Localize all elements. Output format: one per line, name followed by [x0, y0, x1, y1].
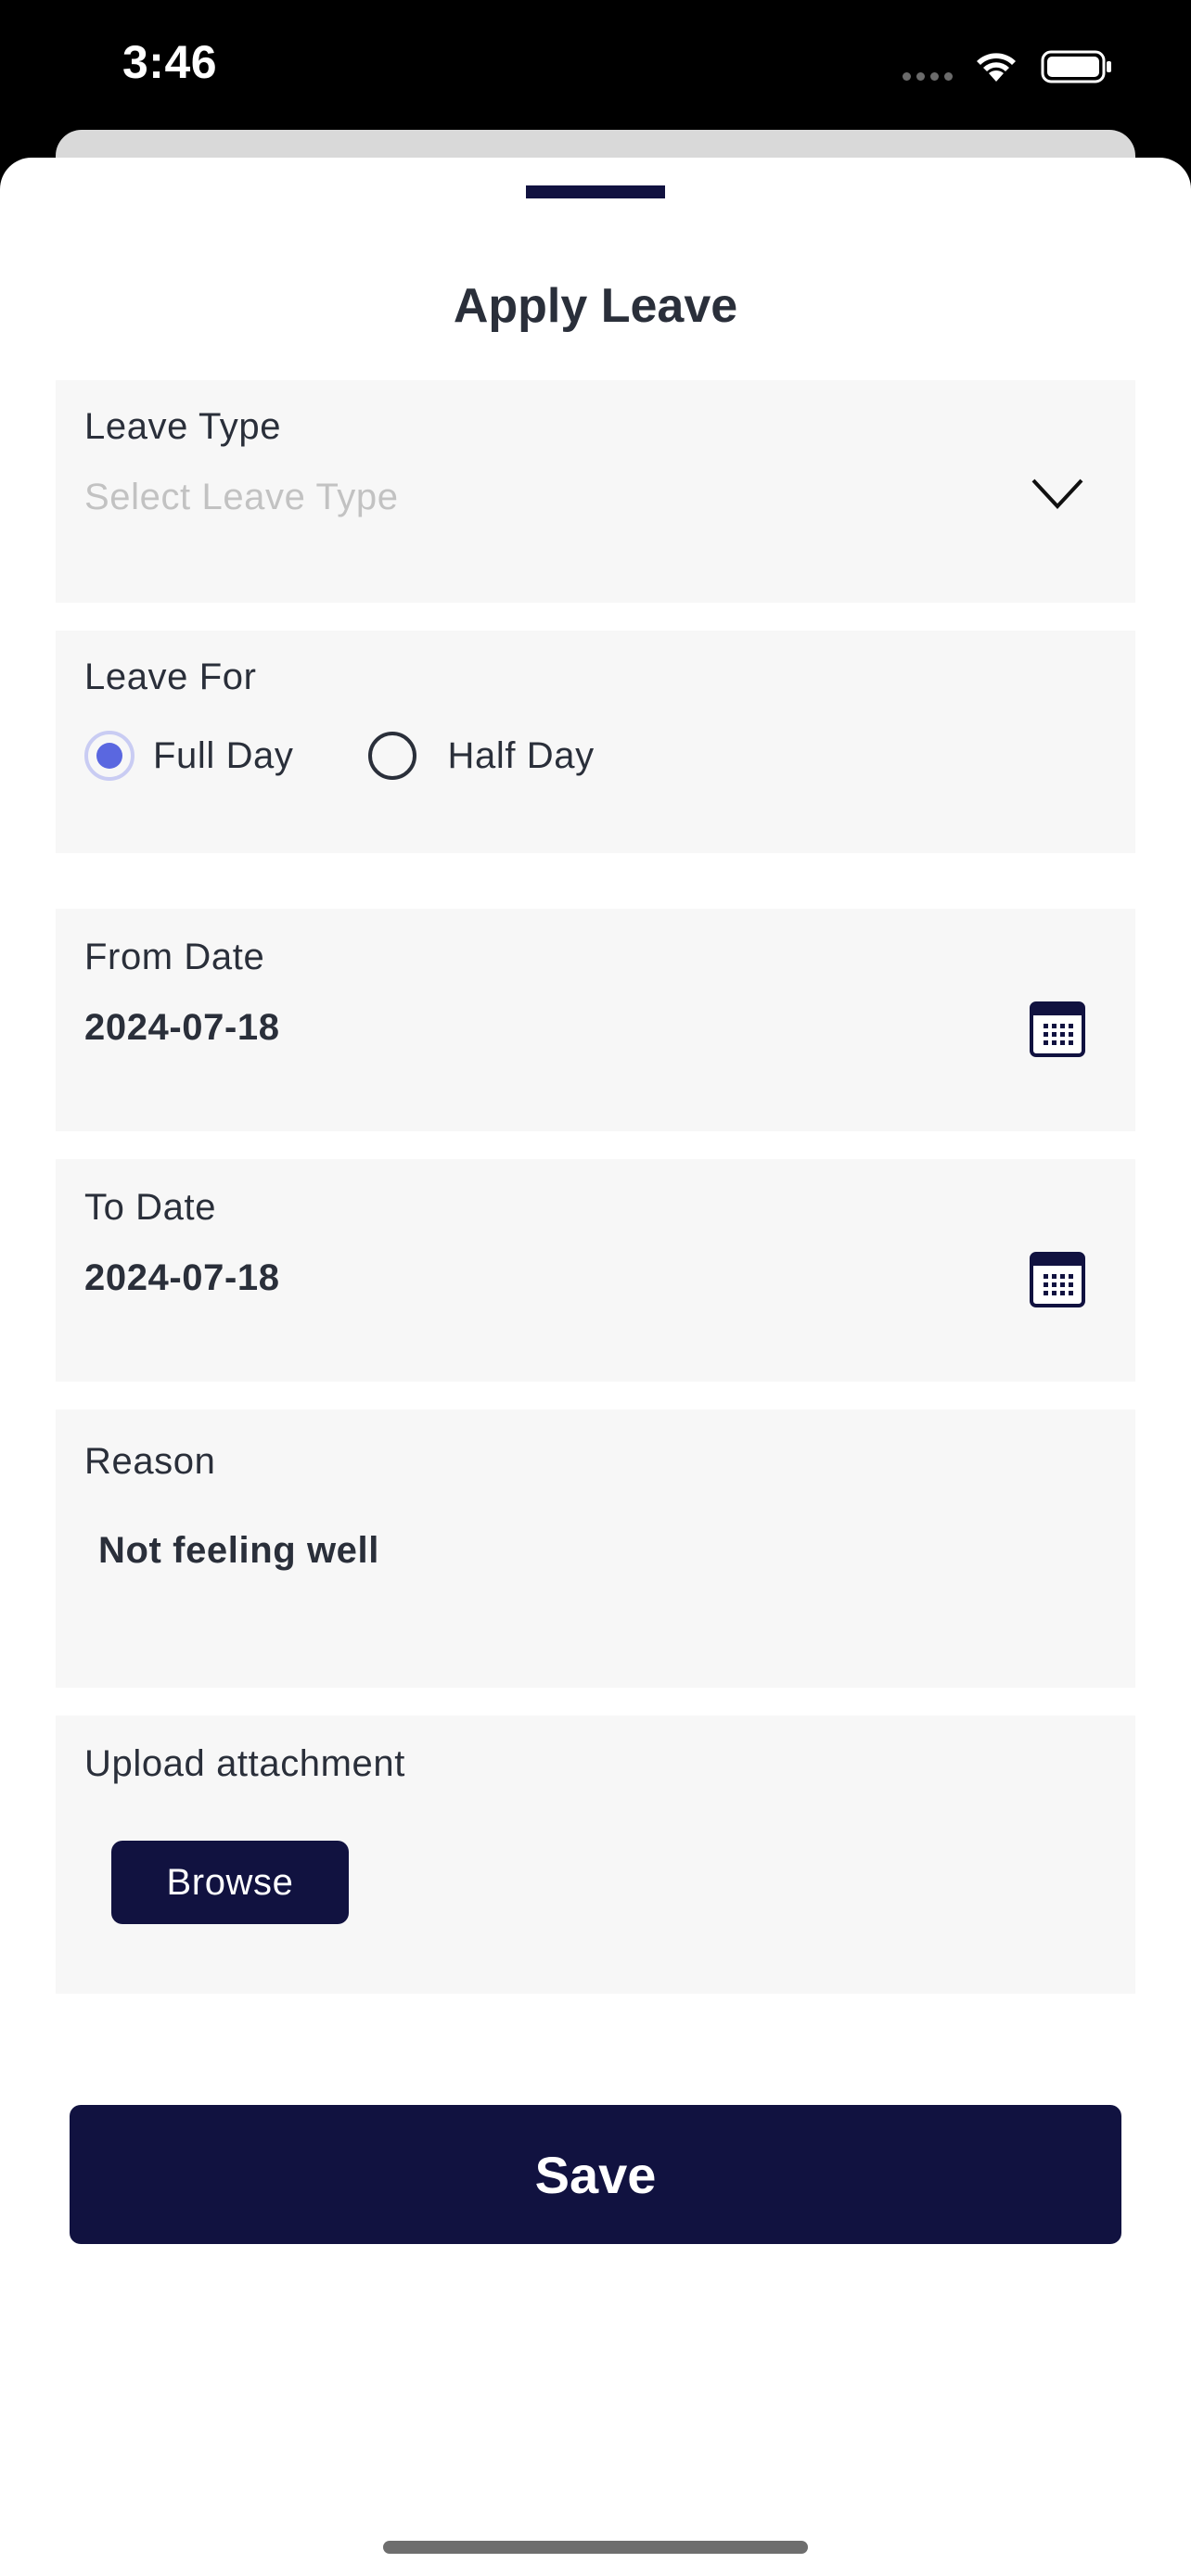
to-date-field[interactable]: To Date 2024-07-18: [56, 1159, 1135, 1382]
from-date-value[interactable]: 2024-07-18: [84, 1007, 280, 1049]
from-date-field[interactable]: From Date 2024-07-18: [56, 909, 1135, 1131]
cellular-signal-icon: [903, 72, 953, 81]
upload-attachment-field: Upload attachment Browse: [56, 1715, 1135, 1994]
leave-type-label: Leave Type: [84, 406, 282, 447]
leave-type-select[interactable]: Select Leave Type: [84, 477, 399, 518]
leave-for-radio-group: Full Day Half Day: [84, 731, 595, 781]
reason-label: Reason: [84, 1441, 216, 1482]
leave-for-label: Leave For: [84, 657, 257, 697]
half-day-radio[interactable]: [367, 732, 416, 780]
chevron-down-icon[interactable]: [1030, 475, 1085, 512]
full-day-label[interactable]: Full Day: [153, 735, 294, 777]
home-indicator: [383, 2541, 808, 2554]
page-title: Apply Leave: [453, 279, 738, 333]
status-time: 3:46: [122, 36, 218, 88]
calendar-icon[interactable]: [1030, 1001, 1085, 1057]
calendar-icon[interactable]: [1030, 1252, 1085, 1307]
to-date-label: To Date: [84, 1187, 217, 1228]
save-button[interactable]: Save: [70, 2105, 1121, 2244]
apply-leave-sheet: Apply Leave Leave Type Select Leave Type…: [0, 158, 1191, 2576]
reason-field[interactable]: Reason Not feeling well: [56, 1409, 1135, 1688]
leave-for-field: Leave For Full Day Half Day: [56, 631, 1135, 853]
wifi-icon: [977, 53, 1016, 82]
half-day-label[interactable]: Half Day: [448, 735, 595, 777]
to-date-value[interactable]: 2024-07-18: [84, 1257, 280, 1299]
from-date-label: From Date: [84, 937, 265, 977]
status-bar: 3:46: [0, 0, 1191, 139]
full-day-radio[interactable]: [84, 731, 134, 781]
leave-type-field[interactable]: Leave Type Select Leave Type: [56, 380, 1135, 603]
browse-button[interactable]: Browse: [111, 1841, 349, 1924]
upload-attachment-label: Upload attachment: [84, 1743, 405, 1784]
reason-input[interactable]: Not feeling well: [98, 1530, 379, 1572]
battery-icon: [1041, 50, 1111, 83]
sheet-grabber[interactable]: [526, 185, 665, 198]
